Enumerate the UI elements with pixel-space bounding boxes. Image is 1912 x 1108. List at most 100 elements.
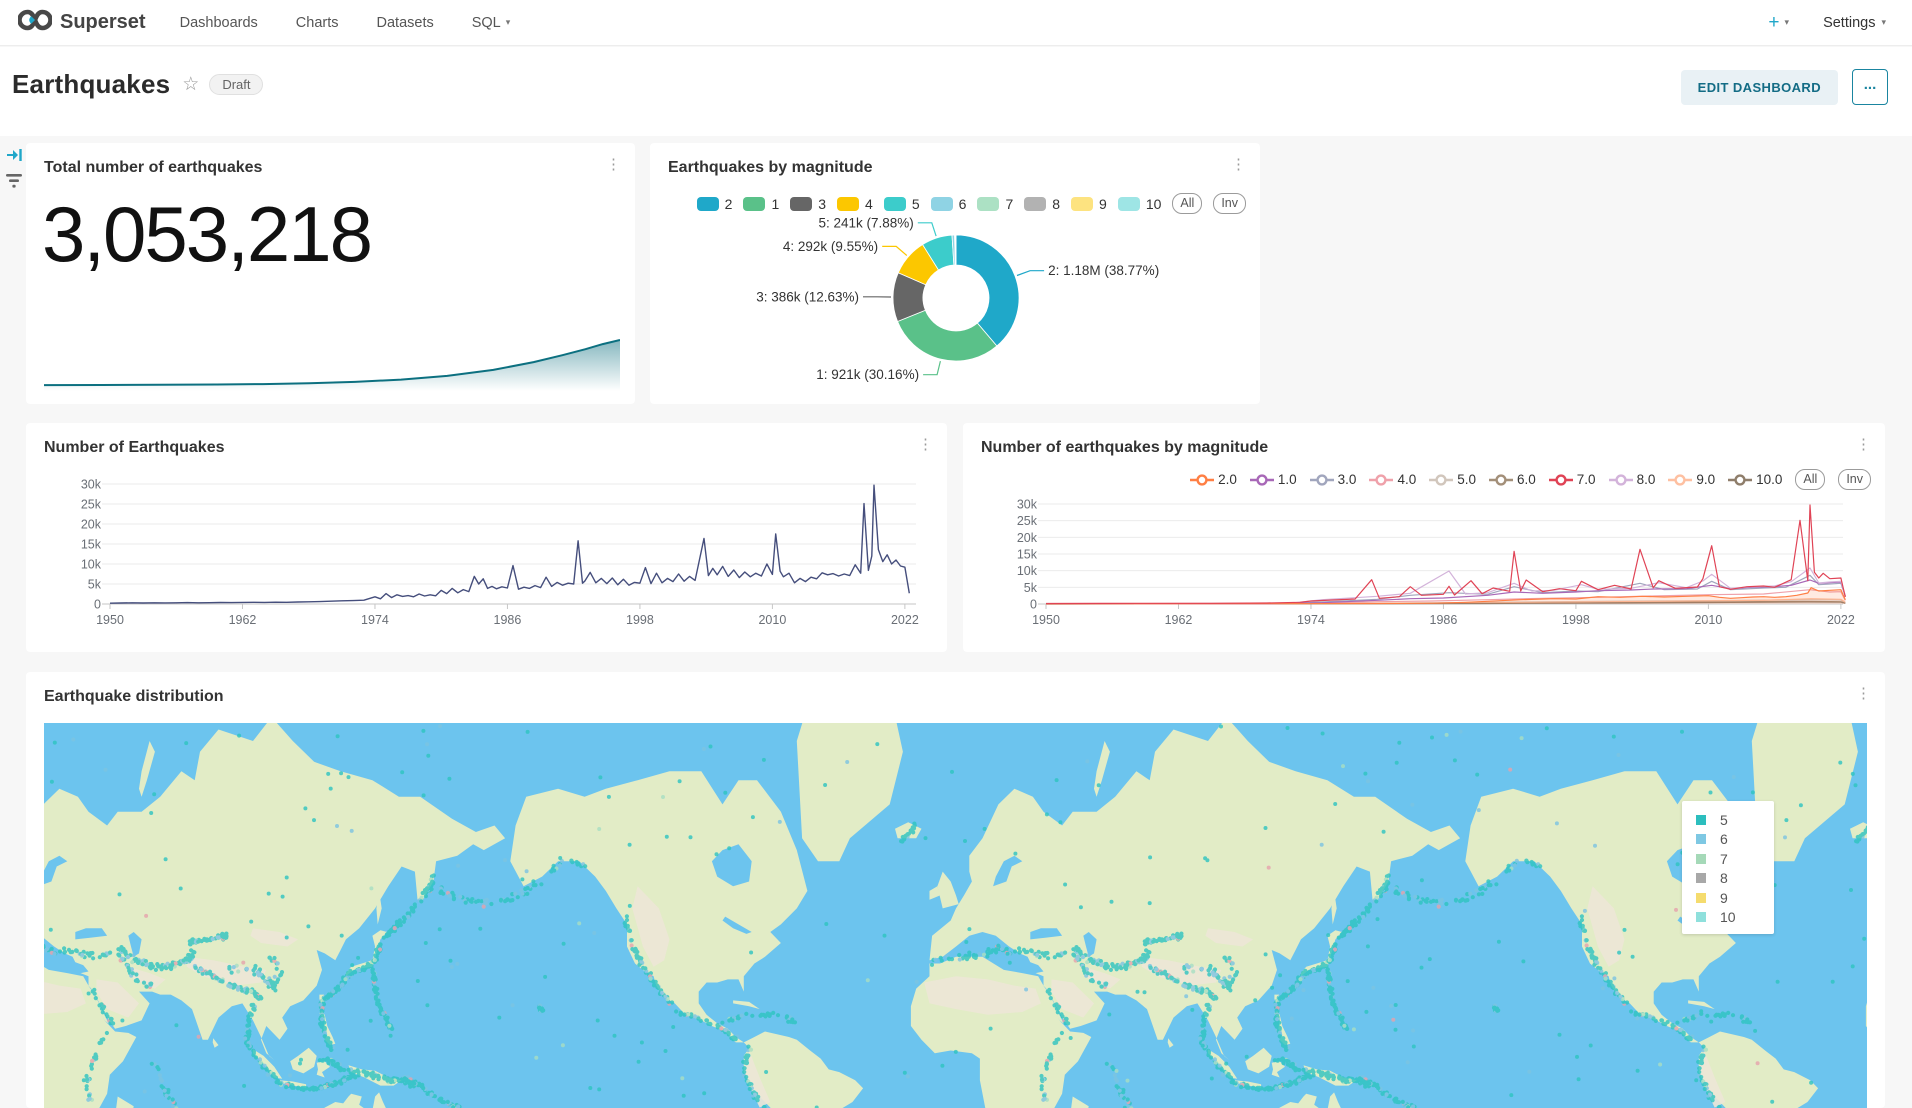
card-earthquakes-by-magnitude-donut: Earthquakes by magnitude ⋮ 21345678910Al… [650, 143, 1260, 404]
y-axis-tick-label: 0 [94, 598, 101, 612]
line-chart[interactable]: 0 5k 10k 15k 20k 25k 30k 1950 1962 1974 1986 1998 20… [26, 423, 947, 652]
ellipsis-icon: ... [1864, 76, 1877, 93]
chevron-down-icon: ▾ [506, 17, 511, 28]
map-legend-row-6[interactable]: 6 [1696, 830, 1774, 850]
nav-item-label: Dashboards [180, 15, 258, 31]
x-axis-tick-label: 1974 [1297, 613, 1325, 627]
map-legend-row-7[interactable]: 7 [1696, 849, 1774, 869]
map-legend-row-5[interactable]: 5 [1696, 810, 1774, 830]
map-legend-label: 9 [1720, 890, 1728, 906]
superset-infinity-icon [18, 8, 52, 37]
x-axis-tick-label: 1986 [1430, 613, 1458, 627]
nav-menu: Dashboards Charts Datasets SQL ▾ [180, 15, 511, 31]
y-axis-tick-label: 30k [81, 478, 102, 492]
map-legend-swatch [1696, 893, 1706, 903]
donut-callout-label: 2: 1.18M (38.77%) [1048, 263, 1159, 278]
x-axis-tick-label: 2022 [1827, 613, 1855, 627]
y-axis-tick-label: 20k [81, 518, 102, 532]
map-legend-row-10[interactable]: 10 [1696, 908, 1774, 928]
card-title: Total number of earthquakes [44, 159, 262, 177]
filter-funnel-icon[interactable] [4, 171, 24, 196]
x-axis-tick-label: 1962 [1165, 613, 1193, 627]
y-axis-tick-label: 30k [1017, 498, 1038, 512]
donut-callout-label: 4: 292k (9.55%) [783, 239, 878, 254]
x-axis-tick-label: 2022 [891, 613, 919, 627]
card-earthquake-distribution: Earthquake distribution ⋮ 5 6 7 8 9 10 [26, 672, 1885, 1108]
nav-item-label: SQL [472, 15, 501, 31]
top-nav: Superset Dashboards Charts Datasets SQL ▾ + … [0, 0, 1912, 46]
donut-callout-label: 3: 386k (12.63%) [756, 289, 859, 304]
nav-item-charts[interactable]: Charts [296, 15, 339, 31]
card-earthquakes-by-magnitude-lines: Number of earthquakes by magnitude ⋮ 2.0… [963, 423, 1885, 652]
map-legend-label: 5 [1720, 812, 1728, 828]
map-canvas[interactable] [44, 723, 1867, 1108]
map-legend-swatch [1696, 873, 1706, 883]
page-title: Earthquakes [12, 69, 170, 100]
status-badge: Draft [209, 74, 263, 95]
map-legend-label: 6 [1720, 831, 1728, 847]
donut-chart[interactable]: 2: 1.18M (38.77%) 1: 921k (30.16%) 3: 386k… [650, 143, 1260, 404]
y-axis-tick-label: 25k [1017, 514, 1038, 528]
dashboard-more-button[interactable]: ... [1852, 69, 1888, 105]
brand-name: Superset [60, 11, 146, 34]
map-legend-label: 10 [1720, 909, 1736, 925]
x-axis-tick-label: 1974 [361, 613, 389, 627]
nav-item-sql[interactable]: SQL ▾ [472, 15, 511, 31]
new-item-button[interactable]: + ▾ [1768, 12, 1789, 34]
card-title: Earthquake distribution [44, 688, 224, 706]
map-legend-swatch [1696, 912, 1706, 922]
card-menu-icon[interactable]: ⋮ [1856, 686, 1871, 701]
superset-dashboard-page: Superset Dashboards Charts Datasets SQL ▾ + … [0, 0, 1912, 1108]
y-axis-tick-label: 5k [88, 578, 102, 592]
nav-item-dashboards[interactable]: Dashboards [180, 15, 258, 31]
y-axis-tick-label: 5k [1024, 581, 1038, 595]
settings-menu[interactable]: Settings ▾ [1823, 15, 1886, 31]
map-legend-row-8[interactable]: 8 [1696, 869, 1774, 889]
map-legend-label: 7 [1720, 851, 1728, 867]
donut-callout-label: 1: 921k (30.16%) [816, 367, 919, 382]
favorite-star-icon[interactable]: ☆ [182, 73, 199, 96]
big-number-value: 3,053,218 [42, 189, 371, 280]
card-number-of-earthquakes: Number of Earthquakes ⋮ 05k10k15k20k25k3… [26, 423, 947, 652]
x-axis-tick-label: 1950 [1032, 613, 1060, 627]
y-axis-tick-label: 10k [1017, 564, 1038, 578]
x-axis-tick-label: 2010 [758, 613, 786, 627]
superset-logo[interactable]: Superset [18, 8, 146, 37]
y-axis-tick-label: 25k [81, 498, 102, 512]
x-axis-tick-label: 1998 [626, 613, 654, 627]
map-magnitude-legend: 5 6 7 8 9 10 [1682, 801, 1774, 934]
y-axis-tick-label: 10k [81, 558, 102, 572]
donut-slice-2[interactable] [956, 235, 1019, 346]
x-axis-tick-label: 1950 [96, 613, 124, 627]
x-axis-tick-label: 2010 [1694, 613, 1722, 627]
y-axis-tick-label: 20k [1017, 531, 1038, 545]
x-axis-tick-label: 1998 [1562, 613, 1590, 627]
nav-item-datasets[interactable]: Datasets [377, 15, 434, 31]
map-legend-row-9[interactable]: 9 [1696, 888, 1774, 908]
edit-dashboard-button[interactable]: EDIT DASHBOARD [1681, 70, 1838, 105]
plus-icon: + [1768, 12, 1779, 34]
map-legend-swatch [1696, 815, 1706, 825]
map-legend-label: 8 [1720, 870, 1728, 886]
y-axis-tick-label: 15k [1017, 548, 1038, 562]
y-axis-tick-label: 15k [81, 538, 102, 552]
trend-sparkline [44, 334, 620, 392]
map-legend-swatch [1696, 834, 1706, 844]
card-total-earthquakes: Total number of earthquakes ⋮ 3,053,218 [26, 143, 635, 404]
x-axis-tick-label: 1986 [494, 613, 522, 627]
chevron-down-icon: ▾ [1881, 17, 1886, 28]
donut-callout-label: 5: 241k (7.88%) [819, 215, 914, 230]
y-axis-tick-label: 0 [1030, 598, 1037, 612]
map-legend-swatch [1696, 854, 1706, 864]
nav-right: + ▾ Settings ▾ [1768, 12, 1886, 34]
nav-item-label: Datasets [377, 15, 434, 31]
expand-filter-bar-icon[interactable] [6, 147, 24, 168]
dashboard-header: Earthquakes ☆ Draft EDIT DASHBOARD ... [0, 47, 1912, 136]
settings-label: Settings [1823, 15, 1875, 31]
world-map[interactable]: 5 6 7 8 9 10 [44, 723, 1867, 1108]
nav-item-label: Charts [296, 15, 339, 31]
x-axis-tick-label: 1962 [229, 613, 257, 627]
chevron-down-icon: ▾ [1785, 17, 1790, 28]
card-menu-icon[interactable]: ⋮ [606, 157, 621, 172]
multi-line-chart[interactable]: 0 5k 10k 15k 20k 25k 30k 1950 1962 1974 1986 1998 20… [963, 423, 1885, 652]
